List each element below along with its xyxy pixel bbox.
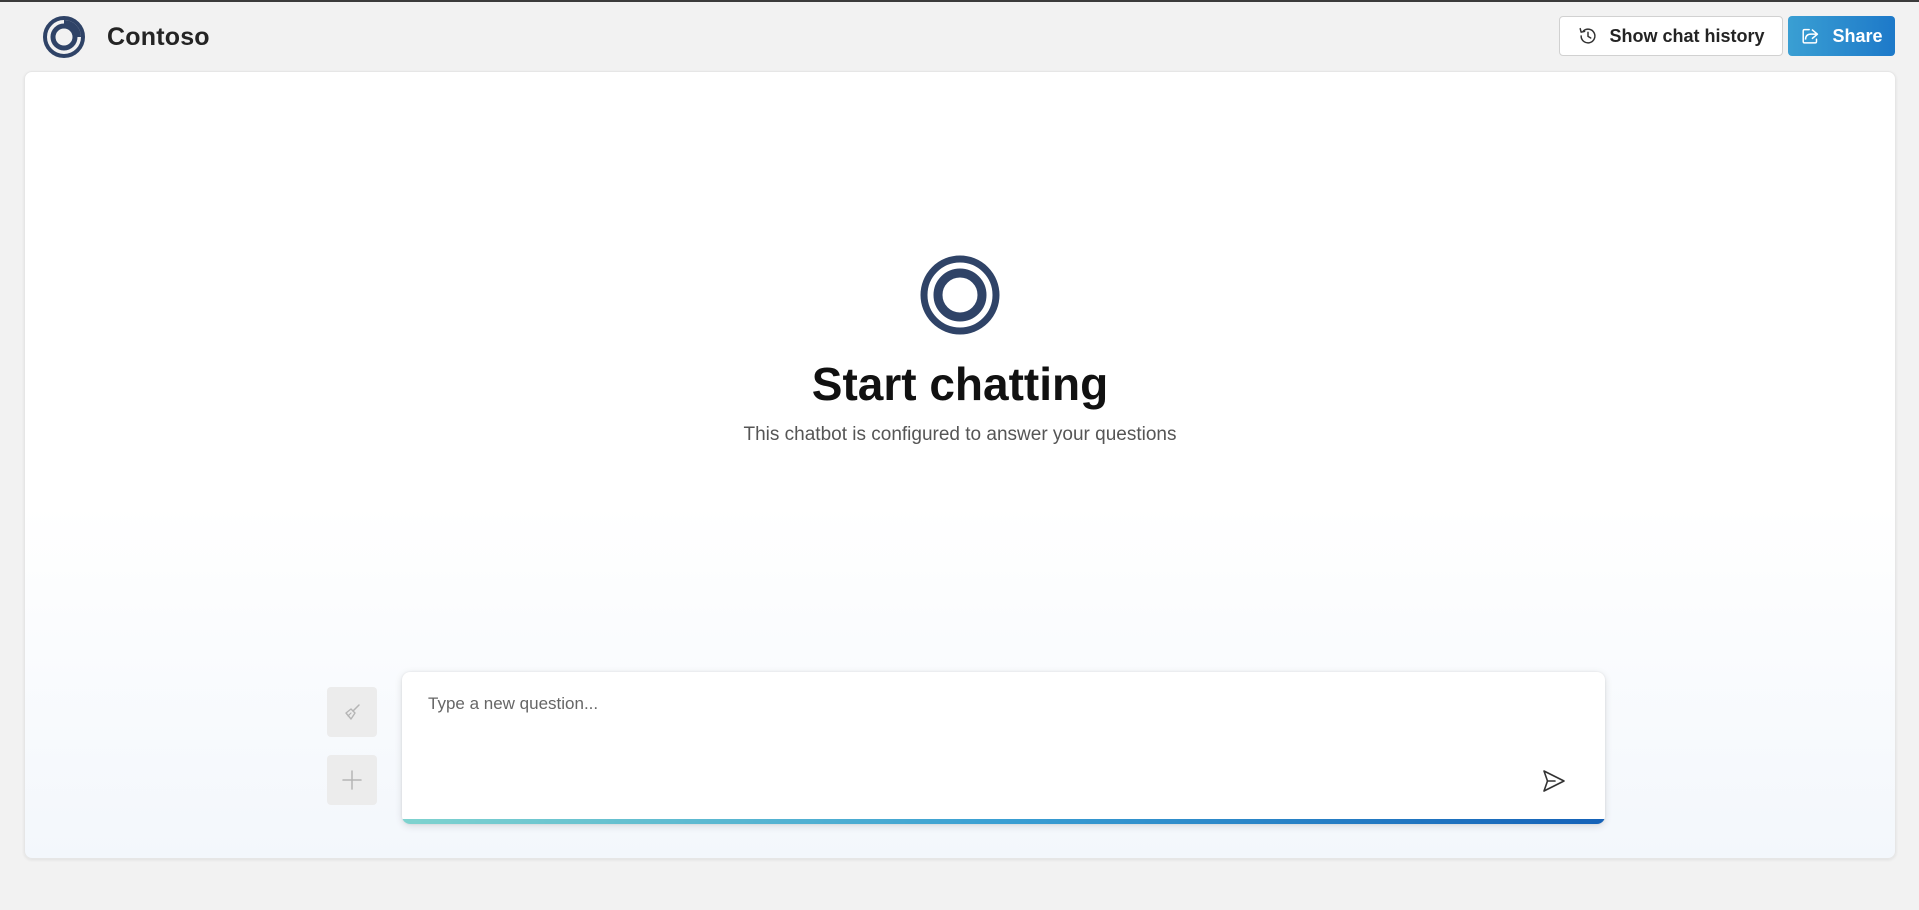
empty-state-subtitle: This chatbot is configured to answer you…: [743, 424, 1177, 446]
contoso-logo-icon: [43, 16, 85, 58]
header-actions: Show chat history Share: [1559, 16, 1895, 56]
share-icon: [1802, 28, 1819, 44]
broom-icon: [345, 704, 360, 720]
show-chat-history-button[interactable]: Show chat history: [1559, 16, 1783, 56]
composer-accent-bar: [402, 819, 1605, 824]
clear-chat-button[interactable]: [327, 687, 377, 737]
question-input[interactable]: [426, 692, 1530, 786]
brand-name: Contoso: [107, 22, 210, 51]
send-button[interactable]: [1537, 764, 1571, 798]
history-clock-icon: [1579, 27, 1597, 44]
send-icon: [1543, 770, 1565, 792]
empty-state: Start chatting This chatbot is configure…: [25, 255, 1895, 446]
plus-icon: [342, 770, 362, 790]
new-chat-button[interactable]: [327, 755, 377, 805]
share-button[interactable]: Share: [1788, 16, 1895, 56]
share-label: Share: [1832, 25, 1883, 46]
app-header: Contoso Show chat history Share: [0, 2, 1919, 72]
question-composer: [402, 672, 1605, 824]
brand: Contoso: [43, 16, 210, 58]
chat-panel: Start chatting This chatbot is configure…: [24, 71, 1896, 859]
show-chat-history-label: Show chat history: [1609, 25, 1765, 46]
contoso-logo-icon: [920, 255, 1000, 335]
empty-state-title: Start chatting: [811, 358, 1109, 410]
